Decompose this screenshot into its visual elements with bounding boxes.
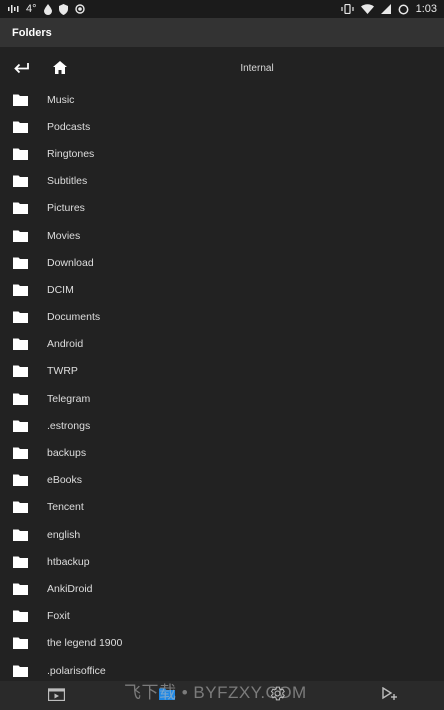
- vibrate-icon: [340, 4, 354, 14]
- folder-icon: [13, 311, 28, 324]
- folder-icon: [13, 420, 28, 432]
- sound-bars-icon: [8, 4, 19, 14]
- folder-name: Pictures: [47, 202, 85, 215]
- back-arrow-icon: [13, 61, 29, 79]
- video-tab[interactable]: [47, 687, 65, 705]
- video-icon: [47, 687, 65, 706]
- signal-icon: [380, 4, 391, 14]
- folder-row[interactable]: htbackup: [0, 548, 444, 575]
- drop-icon: [43, 3, 52, 15]
- folder-name: backups: [47, 447, 87, 460]
- folder-name: DCIM: [47, 283, 74, 296]
- folder-name: Ringtones: [47, 147, 95, 160]
- folder-row[interactable]: eBooks: [0, 467, 444, 494]
- status-right: 1:03: [340, 0, 444, 18]
- folder-row[interactable]: Download: [0, 249, 444, 276]
- folder-icon: [13, 393, 28, 405]
- wifi-icon: [360, 4, 374, 14]
- folder-row[interactable]: Documents: [0, 304, 444, 331]
- folder-name: eBooks: [47, 474, 83, 487]
- folder-icon: [13, 365, 28, 378]
- folder-icon: [13, 610, 28, 623]
- location-label: Internal: [240, 63, 274, 74]
- folder-name: Download: [47, 256, 94, 269]
- folder-row[interactable]: Tencent: [0, 494, 444, 521]
- folder-icon: [13, 230, 28, 242]
- folder-row[interactable]: Android: [0, 331, 444, 358]
- folder-icon: [13, 257, 28, 269]
- folder-name: AnkiDroid: [47, 582, 93, 595]
- watermark: 飞下载 • BYFZXY.COM: [124, 683, 307, 702]
- folder-row[interactable]: Movies: [0, 222, 444, 249]
- folder-name: .polarisoffice: [47, 664, 106, 677]
- folder-row[interactable]: Ringtones: [0, 140, 444, 167]
- page-title: Folders: [12, 26, 52, 39]
- folder-row[interactable]: DCIM: [0, 276, 444, 303]
- folder-row[interactable]: Music: [0, 86, 444, 113]
- folder-name: Android: [47, 338, 84, 351]
- playlist-tab[interactable]: [381, 686, 399, 706]
- folder-icon: [13, 202, 28, 215]
- folder-name: Podcasts: [47, 120, 91, 133]
- folder-row[interactable]: Pictures: [0, 195, 444, 222]
- folder-row[interactable]: Subtitles: [0, 168, 444, 195]
- folder-name: Telegram: [47, 392, 91, 405]
- folder-name: Foxit: [47, 610, 70, 623]
- playlist-icon: [382, 686, 398, 706]
- folder-row[interactable]: Telegram: [0, 385, 444, 412]
- home-button[interactable]: [51, 61, 69, 79]
- folder-row[interactable]: the legend 1900: [0, 630, 444, 657]
- folder-row[interactable]: .estrongs: [0, 412, 444, 439]
- folder-name: Movies: [47, 229, 81, 242]
- folder-name: htbackup: [47, 555, 90, 568]
- folder-name: TWRP: [47, 365, 78, 378]
- folder-row[interactable]: .polarisoffice: [0, 657, 444, 680]
- folder-icon: [13, 94, 28, 106]
- status-bar: 4° 1:03: [0, 0, 444, 18]
- record-icon: [74, 4, 85, 14]
- folder-icon: [13, 338, 28, 351]
- folder-icon: [13, 529, 28, 541]
- folder-name: the legend 1900: [47, 637, 123, 650]
- folder-row[interactable]: AnkiDroid: [0, 575, 444, 602]
- app-bar: Folders: [0, 18, 444, 47]
- folder-icon: [13, 637, 28, 650]
- folder-icon: [13, 148, 28, 160]
- folder-icon: [13, 665, 28, 677]
- folder-name: Tencent: [47, 501, 84, 514]
- folder-icon: [13, 583, 28, 595]
- status-left: 4°: [0, 0, 85, 18]
- folder-name: .estrongs: [47, 419, 91, 432]
- back-button[interactable]: [12, 61, 30, 79]
- folder-icon: [13, 501, 28, 514]
- folder-icon: [13, 121, 28, 133]
- folder-row[interactable]: backups: [0, 439, 444, 466]
- sync-icon: [398, 4, 409, 15]
- folder-name: english: [47, 528, 81, 541]
- folder-name: Music: [47, 93, 75, 106]
- clock-text: 1:03: [415, 3, 437, 15]
- home-icon: [53, 61, 67, 79]
- folder-icon: [13, 474, 28, 487]
- folder-row[interactable]: Podcasts: [0, 113, 444, 140]
- shield-icon: [58, 3, 68, 15]
- folder-row[interactable]: english: [0, 521, 444, 548]
- folder-name: Subtitles: [47, 175, 88, 188]
- folder-row[interactable]: TWRP: [0, 358, 444, 385]
- folder-icon: [13, 447, 28, 460]
- screen: 4° 1:03 Folders Internal Music Podcasts …: [0, 0, 444, 710]
- folder-icon: [13, 284, 28, 296]
- folder-list: Music Podcasts Ringtones Subtitles Pictures M…: [0, 86, 444, 680]
- folder-row[interactable]: Foxit: [0, 603, 444, 630]
- nav-row: Internal: [0, 56, 444, 84]
- folder-icon: [13, 175, 28, 188]
- folder-name: Documents: [47, 311, 101, 324]
- temperature-text: 4°: [26, 3, 37, 15]
- folder-icon: [13, 556, 28, 568]
